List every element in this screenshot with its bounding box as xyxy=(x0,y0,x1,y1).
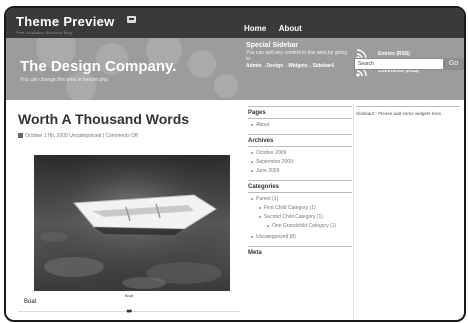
sidebar2-note: Sidebar2 : Please add some widgets here. xyxy=(356,111,443,116)
search-input[interactable]: Search xyxy=(354,58,444,70)
archive-item[interactable]: June 2009 xyxy=(248,168,352,174)
category-item[interactable]: Uncategorized (8) xyxy=(248,234,352,240)
post-body-text: Boat xyxy=(24,299,37,305)
pages-item-about[interactable]: About xyxy=(248,122,352,128)
browser-frame: Theme Preview Free Installation Resource… xyxy=(4,6,466,322)
post-meta-text: October 17th, 2009 Uncategorized | Comme… xyxy=(25,133,138,139)
nav-home[interactable]: Home xyxy=(244,24,266,33)
divider xyxy=(248,118,352,119)
special-sidebar-text: You can add any content in this area by … xyxy=(246,50,348,62)
divider xyxy=(248,106,352,107)
archive-item[interactable]: September 2009 xyxy=(248,159,352,165)
divider xyxy=(248,192,352,193)
divider xyxy=(356,106,460,107)
archive-item[interactable]: October 2009 xyxy=(248,150,352,156)
divider xyxy=(248,134,352,135)
theme-title: Theme Preview xyxy=(16,14,115,29)
divider xyxy=(248,180,352,181)
rss-entries-label: Entries (RSS) xyxy=(378,51,410,57)
sidebar-1: Pages About Archives October 2009 Septem… xyxy=(248,104,352,258)
divider xyxy=(248,246,352,247)
boat-photo[interactable] xyxy=(34,155,230,291)
theme-subtitle: Free Installation Resource Blog xyxy=(16,30,72,35)
site-title[interactable]: The Design Company. xyxy=(20,58,176,75)
photo-caption: Boat xyxy=(124,293,134,298)
post: Worth A Thousand Words October 17th, 200… xyxy=(18,111,240,315)
widget-pages-heading: Pages xyxy=(248,110,266,116)
nav-about[interactable]: About xyxy=(279,24,302,33)
decor-bubble xyxy=(214,74,238,98)
widget-meta-heading: Meta xyxy=(248,250,262,256)
pager-dots[interactable]: ●● xyxy=(126,308,133,315)
decor-bubble xyxy=(188,50,216,78)
post-meta: October 17th, 2009 Uncategorized | Comme… xyxy=(18,133,138,139)
search-go-button[interactable]: Go xyxy=(443,58,464,70)
minimize-icon[interactable] xyxy=(127,16,136,23)
top-bar: Theme Preview Free Installation Resource… xyxy=(6,8,464,38)
category-item[interactable]: Parent (1) xyxy=(248,196,352,202)
top-nav: Home About xyxy=(244,18,310,36)
category-item[interactable]: One Grandchild Category (1) xyxy=(264,223,352,229)
calendar-icon xyxy=(18,133,23,138)
special-sidebar-path: Admin→Design→Widgets→Sidebar4 xyxy=(246,63,334,69)
special-sidebar-title: Special Sidebar xyxy=(246,42,299,49)
category-item[interactable]: First Child Category (1) xyxy=(256,205,352,211)
column-divider xyxy=(353,104,354,320)
post-title[interactable]: Worth A Thousand Words xyxy=(18,111,240,127)
divider xyxy=(248,146,352,147)
site-tagline: You can change this area in header.php xyxy=(20,77,108,83)
special-sidebar: Special Sidebar You can add any content … xyxy=(246,42,350,69)
widget-categories-heading: Categories xyxy=(248,184,280,190)
category-item[interactable]: Second Child Category (1) xyxy=(256,214,352,220)
widget-archives-heading: Archives xyxy=(248,138,274,144)
sidebar-2: Sidebar2 : Please add some widgets here. xyxy=(356,104,460,116)
